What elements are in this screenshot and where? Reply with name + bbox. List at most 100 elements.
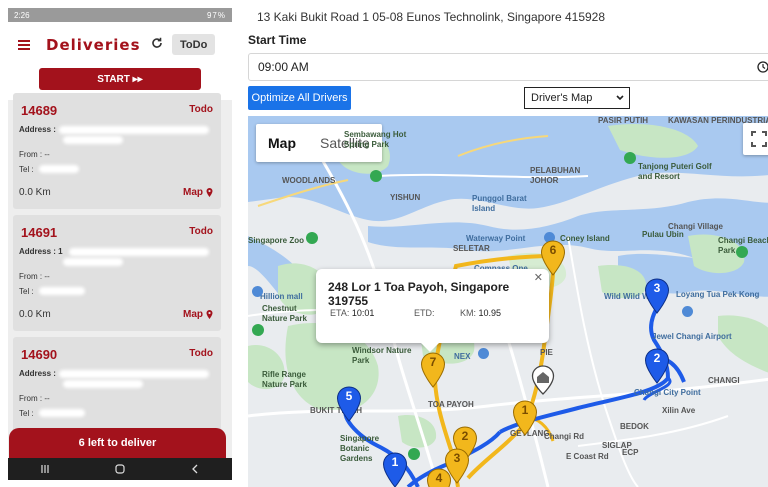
map-label-poi: Loyang Tua Pek Kong [676,290,760,299]
redacted-phone [39,409,85,417]
km-label: KM: [460,308,477,318]
location-pin-icon [206,188,213,197]
map-label-road: Changi Rd [544,432,584,441]
marker-label: 3 [453,451,461,465]
marker-label: 5 [345,389,353,403]
map-label-park: Chestnut Nature Park [262,304,307,323]
route-marker-blue[interactable]: 2 [644,348,670,384]
order-status: Todo [189,104,213,115]
temple-poi-icon [682,306,693,317]
depot-address: 13 Kaki Bukit Road 1 05-08 Eunos Technol… [257,10,606,24]
shopping-poi-icon [252,286,263,297]
map-link[interactable]: Map [183,309,213,320]
eta-value: 10:01 [351,308,375,318]
route-marker-blue[interactable]: 3 [644,278,670,314]
map-label-town: BEDOK [620,422,649,431]
app-header: Deliveries ToDo [8,22,232,68]
tel-label: Tel : [19,165,34,174]
app-title: Deliveries [46,36,141,54]
redacted-address [59,126,209,134]
map-label-road: PIE [540,348,553,357]
left-to-deliver-button[interactable]: 6 left to deliver [9,428,226,458]
from-label: From : -- [19,394,50,403]
marker-label: 1 [391,455,399,469]
order-number: 14691 [21,225,58,240]
map-label-zoo: Singapore Zoo [248,236,304,245]
driver-map-select[interactable]: Driver's Map [524,87,630,109]
redacted-address [63,380,143,388]
map-label-park: Windsor Nature Park [352,346,412,365]
tel-label: Tel : [19,409,34,418]
marker-label: 2 [461,429,469,443]
map-link-label: Map [183,187,203,198]
chevron-down-icon [616,95,624,101]
map-label-park: Rifle Range Nature Park [262,370,307,389]
zoo-poi-icon [306,232,318,244]
address-label: Address : 1 [19,247,63,256]
route-marker-yellow[interactable]: 7 [420,352,446,388]
marker-label: 7 [429,355,437,369]
route-marker-yellow[interactable]: 1 [512,400,538,436]
redacted-address [59,370,209,378]
map-label-island: Pulau Ubin [642,230,684,239]
refresh-icon[interactable] [151,37,163,49]
route-marker-yellow[interactable]: 4 [426,468,452,487]
distance: 0.0 Km [19,309,51,320]
delivery-card[interactable]: 14689 Todo Address : From : -- Tel : 0.0… [13,93,221,209]
route-marker-blue[interactable]: 1 [382,452,408,487]
fullscreen-button[interactable] [743,123,768,155]
map-label-park: Sembawang Hot Spring Park [344,130,407,149]
redacted-address [69,248,209,256]
start-time-input[interactable]: 09:00 AM [248,53,768,81]
menu-icon[interactable] [18,40,30,50]
km-field: KM: 10.95 [460,308,501,318]
redacted-address [63,136,123,144]
info-window: ✕ 248 Lor 1 Toa Payoh, Singapore 319755 … [316,269,549,352]
start-time-label: Start Time [248,33,307,47]
route-marker-blue[interactable]: 5 [336,386,362,422]
marker-label: 1 [521,403,529,417]
map-label-road: ECP [622,448,639,457]
park-poi-icon [370,170,382,182]
map-label-town: TOA PAYOH [428,400,474,409]
map-label-town: CHANGI [708,376,740,385]
map-label-town: KAWASAN PERINDUSTRIAN [668,116,768,125]
status-battery: 97% [206,10,226,20]
recent-apps-icon[interactable] [39,463,51,475]
start-button[interactable]: START ▸▸ [39,68,201,90]
home-icon[interactable] [114,463,126,475]
depot-home-icon[interactable] [531,365,555,395]
etd-field: ETD: [414,308,435,318]
redacted-phone [39,287,85,295]
map-label-island: Punggol Barat Island [472,194,527,213]
clock-icon[interactable] [757,61,768,73]
park-poi-icon [736,246,748,258]
map-label-poi: NEX [454,352,471,361]
map-label-town: SELETAR [453,244,490,253]
shopping-poi-icon [478,348,489,359]
map-type-map-button[interactable]: Map [256,124,308,162]
delivery-card[interactable]: 14691 Todo Address : 1 From : -- Tel : 0… [13,215,221,331]
map-link[interactable]: Map [183,187,213,198]
phone-screen: 2:26 97% Deliveries ToDo START ▸▸ 14689 … [8,8,232,480]
map-link-label: Map [183,309,203,320]
android-nav-bar [8,458,232,480]
map-label-road: Xilin Ave [662,406,696,415]
address-label: Address : [19,369,56,378]
redacted-phone [39,165,79,173]
park-poi-icon [252,324,264,336]
todo-filter-button[interactable]: ToDo [172,34,216,55]
golf-poi-icon [624,152,636,164]
map-label-golf: Tanjong Puteri Golf and Resort [638,162,712,181]
map-label-town: YISHUN [390,193,421,202]
back-icon[interactable] [189,463,201,475]
etd-label: ETD: [414,308,435,318]
km-value: 10.95 [478,308,502,318]
map-label-poi: Jewel Changi Airport [652,332,732,341]
route-map[interactable]: Map Satellite Sembawang Hot Spring Park … [248,116,768,487]
optimize-all-drivers-button[interactable]: Optimize All Drivers [248,86,351,110]
info-address: 248 Lor 1 Toa Payoh, Singapore 319755 [328,280,510,308]
marker-label: 4 [435,471,443,485]
marker-label: 2 [653,351,661,365]
driver-map-select-value: Driver's Map [531,92,593,104]
